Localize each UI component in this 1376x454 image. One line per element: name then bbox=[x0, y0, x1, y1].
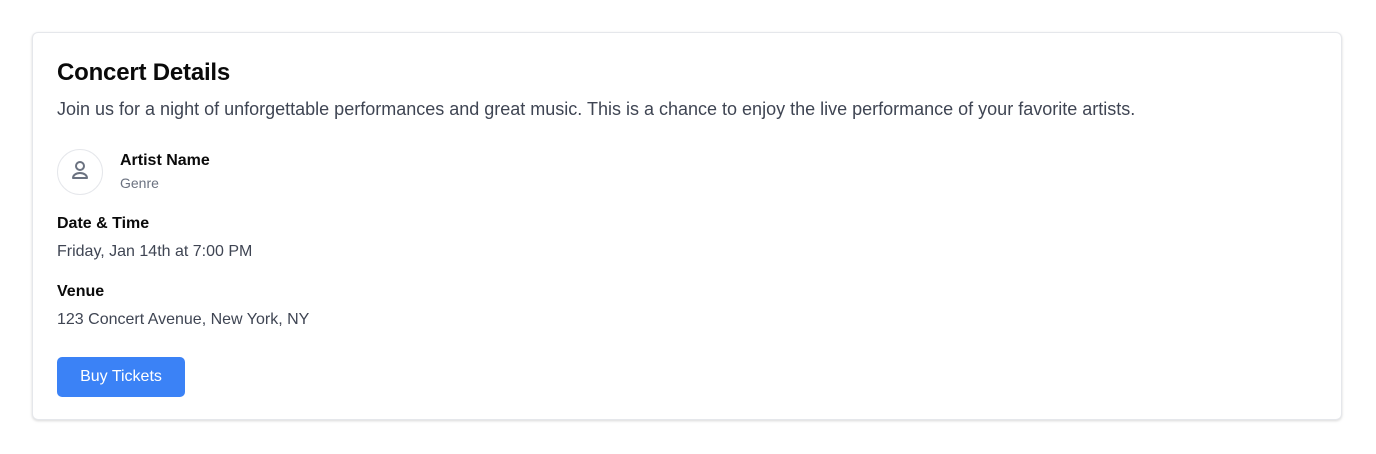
avatar bbox=[57, 149, 103, 195]
artist-name: Artist Name bbox=[120, 152, 210, 169]
artist-genre: Genre bbox=[120, 175, 159, 191]
card-description: Join us for a night of unforgettable per… bbox=[57, 99, 1136, 119]
venue-label: Venue bbox=[57, 283, 105, 300]
date-time-value: Friday, Jan 14th at 7:00 PM bbox=[57, 243, 253, 260]
date-time-label: Date & Time bbox=[57, 215, 150, 232]
card-title: Concert Details bbox=[57, 59, 231, 86]
buy-tickets-button[interactable]: Buy Tickets bbox=[57, 357, 185, 397]
artist-info: Artist Name Genre bbox=[57, 149, 210, 195]
artist-text: Artist Name Genre bbox=[120, 151, 210, 193]
user-icon bbox=[68, 158, 92, 187]
venue-value: 123 Concert Avenue, New York, NY bbox=[57, 311, 310, 328]
concert-details-card: Concert Details Join us for a night of u… bbox=[32, 32, 1342, 420]
